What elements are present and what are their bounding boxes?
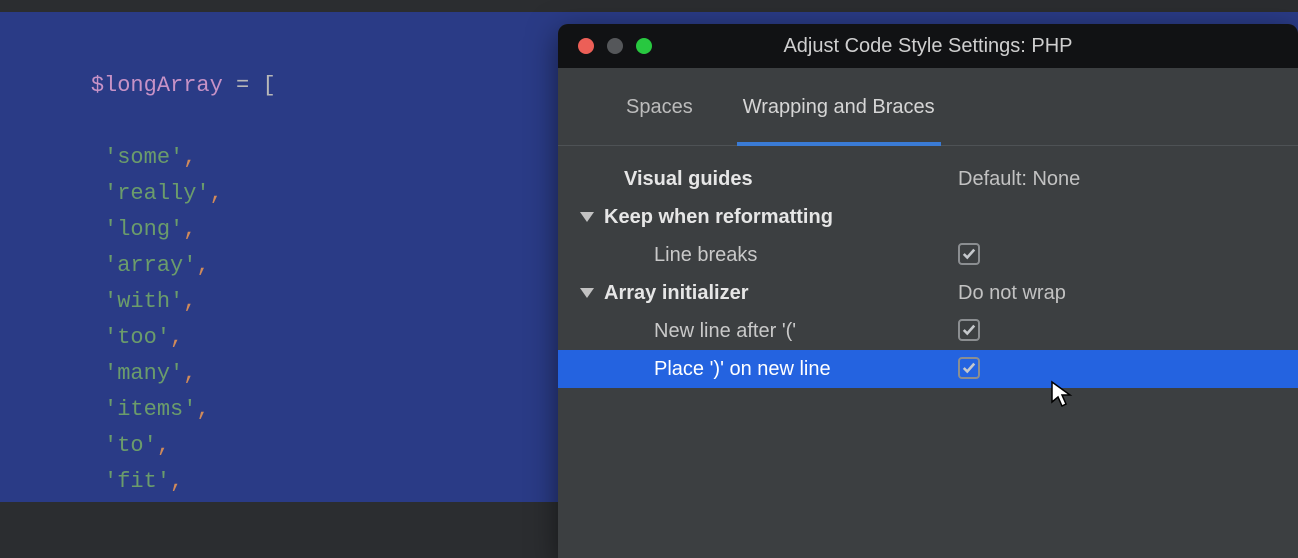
settings-label: Line breaks xyxy=(578,244,757,267)
settings-body: Visual guides Default: None Keep when refo… xyxy=(558,146,1298,388)
settings-row[interactable]: New line after '(' xyxy=(578,312,1278,350)
dialog-title: Adjust Code Style Settings: PHP xyxy=(558,35,1298,58)
dialog-tabs: Spaces Wrapping and Braces xyxy=(558,68,1298,146)
settings-value: Default: None xyxy=(958,168,1080,190)
tab-spaces[interactable]: Spaces xyxy=(626,96,693,145)
settings-label: Keep when reformatting xyxy=(604,206,833,229)
checkbox[interactable] xyxy=(958,243,980,265)
chevron-down-icon[interactable] xyxy=(580,212,594,222)
tab-wrapping-and-braces[interactable]: Wrapping and Braces xyxy=(743,96,935,145)
chevron-down-icon[interactable] xyxy=(580,288,594,298)
maximize-icon[interactable] xyxy=(636,38,652,54)
settings-row[interactable]: Keep when reformatting xyxy=(578,198,1278,236)
settings-row: Visual guides Default: None xyxy=(578,160,1278,198)
code-style-dialog: Adjust Code Style Settings: PHP Spaces Wr… xyxy=(558,24,1298,558)
settings-label: Array initializer xyxy=(604,282,749,305)
settings-value[interactable]: Do not wrap xyxy=(958,282,1066,304)
checkbox[interactable] xyxy=(958,319,980,341)
dialog-titlebar[interactable]: Adjust Code Style Settings: PHP xyxy=(558,24,1298,68)
code-variable: $longArray xyxy=(91,73,223,98)
close-icon[interactable] xyxy=(578,38,594,54)
settings-label: Place ')' on new line xyxy=(578,358,831,381)
checkbox[interactable] xyxy=(958,357,980,379)
code-assign: = [ xyxy=(223,73,276,98)
minimize-icon[interactable] xyxy=(607,38,623,54)
settings-row[interactable]: Place ')' on new line xyxy=(558,350,1298,388)
settings-row[interactable]: Array initializer Do not wrap xyxy=(578,274,1278,312)
settings-row[interactable]: Line breaks xyxy=(578,236,1278,274)
settings-label: New line after '(' xyxy=(578,320,796,343)
settings-label: Visual guides xyxy=(578,168,753,191)
window-controls xyxy=(558,38,652,54)
